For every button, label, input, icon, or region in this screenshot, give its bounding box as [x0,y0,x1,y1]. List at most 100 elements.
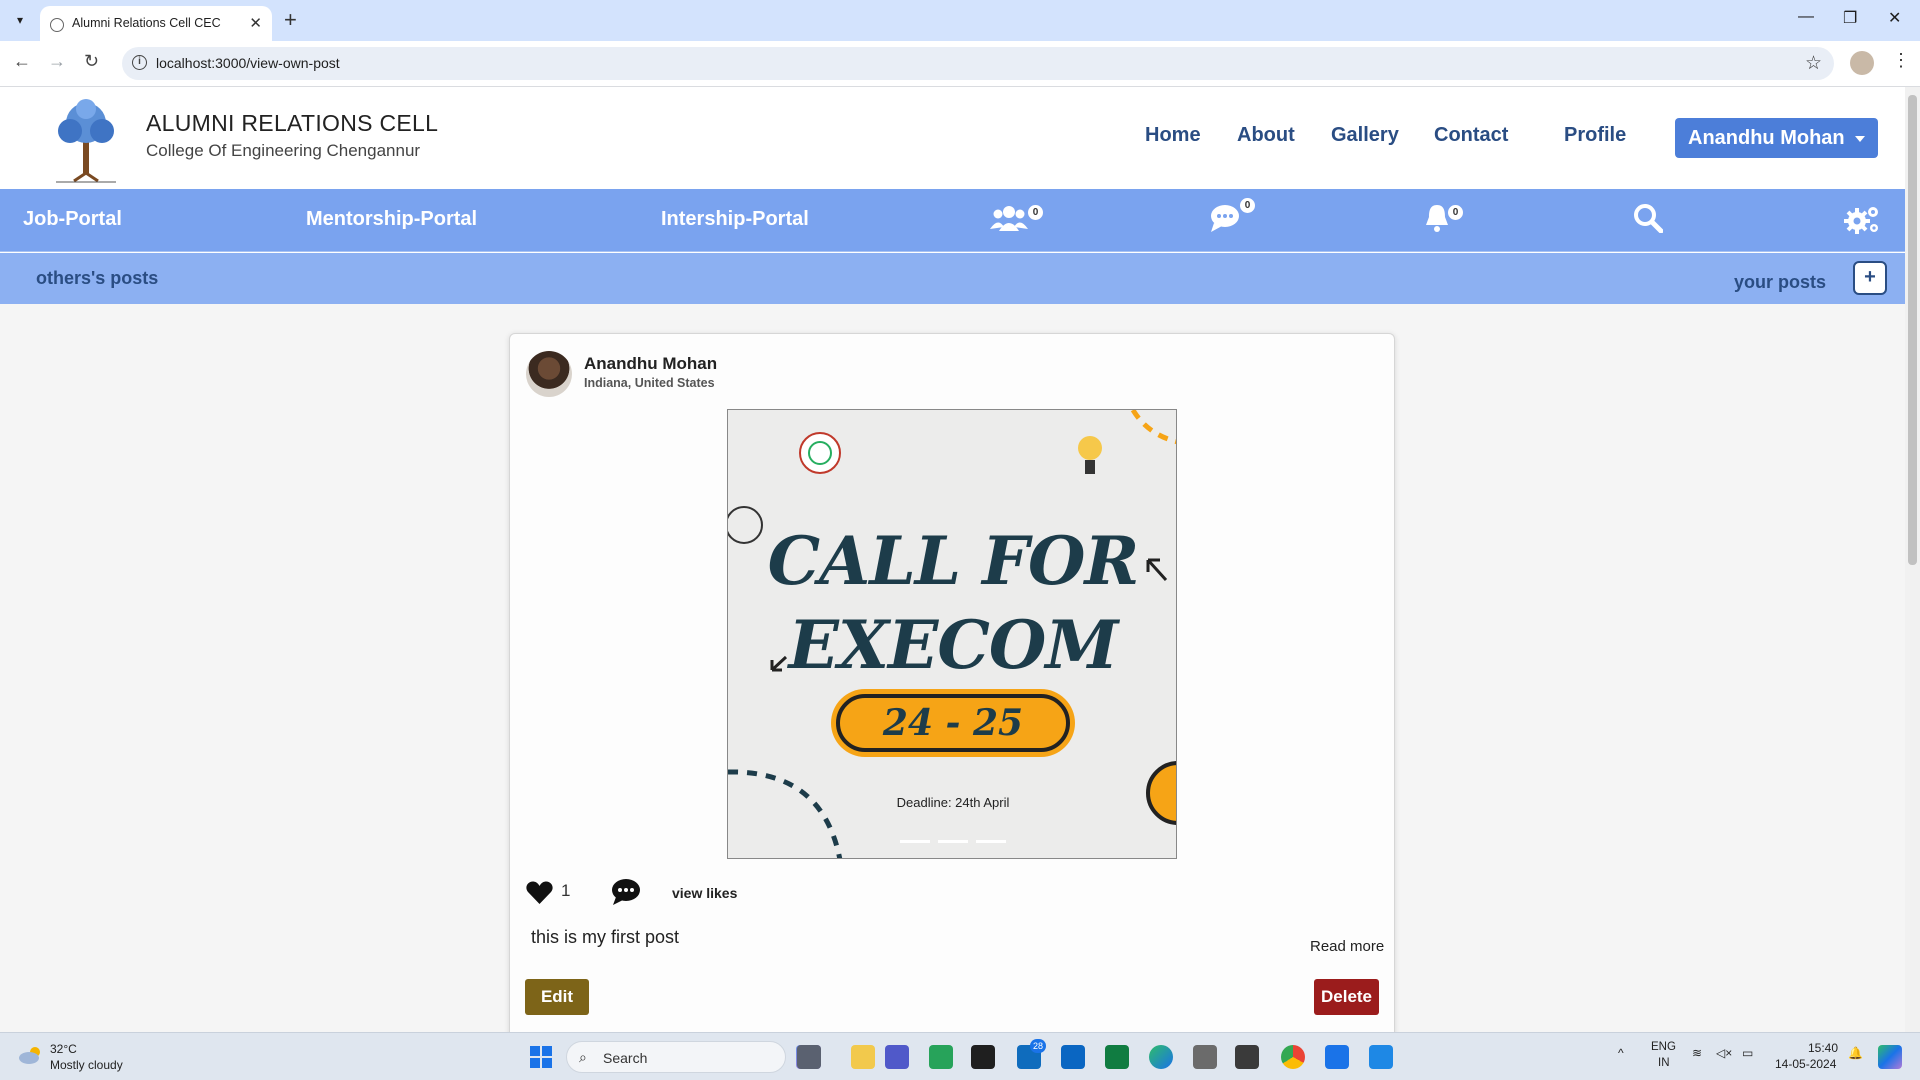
terminal-icon[interactable] [971,1045,995,1069]
url-field[interactable]: i localhost:3000/view-own-post ☆ [122,47,1834,80]
others-posts-link[interactable]: others's posts [36,268,158,289]
app2-icon[interactable] [1235,1045,1259,1069]
heart-icon[interactable] [526,881,553,910]
site-subtitle: College Of Engineering Chengannur [146,141,421,160]
back-icon[interactable]: ← [13,51,31,72]
weather-temp: 32°C [50,1042,77,1056]
read-more-link[interactable]: Read more [1310,938,1384,955]
nav-gallery[interactable]: Gallery [1331,124,1399,147]
post-image[interactable]: CALL FOR EXECOM 24 - 25 Deadline: 24th A… [727,409,1177,859]
url-text: localhost:3000/view-own-post [156,55,340,71]
wifi-icon[interactable]: ≋ [1692,1046,1702,1060]
volume-icon[interactable]: ◁× [1716,1046,1732,1060]
caret-down-icon [1854,135,1865,142]
comment-icon[interactable] [611,878,641,911]
bell-badge: 0 [1448,205,1463,220]
site-info-icon[interactable]: i [132,55,147,70]
browser-profile-avatar[interactable] [1850,51,1874,75]
add-post-button[interactable]: + [1853,261,1887,295]
user-dropdown-button[interactable]: Anandhu Mohan [1675,118,1878,158]
browser-tab-strip: ▾ Alumni Relations Cell CEC ✕ + — ❐ ✕ [0,0,1920,41]
browser-menu-icon[interactable]: ⋮ [1892,50,1910,71]
alumni-tree-logo [56,99,116,183]
tab-title: Alumni Relations Cell CEC [72,16,221,30]
bell-icon[interactable]: 0 [1424,203,1468,237]
nav-home[interactable]: Home [1145,124,1201,147]
mail-badge: 28 [1030,1039,1046,1053]
portal-bar: Job-Portal Mentorship-Portal Intership-P… [0,189,1905,252]
chat-badge: 0 [1240,198,1255,213]
cloudy-weather-icon[interactable] [18,1046,44,1064]
notepad-icon[interactable] [1325,1045,1349,1069]
store-icon[interactable] [1061,1045,1085,1069]
notification-bell-icon[interactable]: 🔔 [1848,1046,1863,1060]
post-author[interactable]: Anandhu Mohan [584,354,717,374]
chat-icon[interactable]: 0 [1210,198,1258,237]
browser-tab[interactable]: Alumni Relations Cell CEC ✕ [40,6,272,41]
internship-portal-link[interactable]: Intership-Portal [661,208,809,231]
restore-icon[interactable]: ❐ [1843,8,1857,28]
your-posts-link[interactable]: your posts [1734,272,1826,293]
language-label[interactable]: ENG [1651,1041,1676,1053]
new-tab-icon[interactable]: + [284,7,297,33]
users-badge: 0 [1028,205,1043,220]
clock-date[interactable]: 14-05-2024 [1775,1057,1836,1071]
taskbar-search-label: Search [603,1050,648,1066]
author-avatar[interactable] [526,351,572,397]
task-view-tile[interactable] [797,1045,821,1069]
site-title: ALUMNI RELATIONS CELL [146,110,439,136]
address-bar: ← → ↻ i localhost:3000/view-own-post ☆ ⋮ [0,41,1920,87]
search-icon[interactable] [1633,203,1664,235]
close-tab-icon[interactable]: ✕ [249,14,262,32]
copilot-tray-icon[interactable] [1878,1045,1902,1069]
main-content: Anandhu Mohan Indiana, United States CAL… [0,304,1905,1032]
file-explorer-icon[interactable] [851,1045,875,1069]
poster-line2: EXECOM [788,606,1119,684]
nav-contact[interactable]: Contact [1434,124,1508,147]
windows-start-icon[interactable] [530,1046,552,1068]
site-header: ALUMNI RELATIONS CELL College Of Enginee… [0,87,1905,189]
tray-overflow-icon[interactable]: ^ [1618,1046,1624,1060]
post-card: Anandhu Mohan Indiana, United States CAL… [509,333,1395,1032]
page-scrollbar[interactable] [1905,87,1920,1032]
tab-list-icon[interactable]: ▾ [10,10,30,30]
edge-icon[interactable] [1149,1045,1173,1069]
os-taskbar: 32°C Mostly cloudy ⌕ Search 28 ^ ENG IN … [0,1032,1920,1080]
bookmark-star-icon[interactable]: ☆ [1805,52,1822,75]
app-icon[interactable] [1193,1045,1217,1069]
minimize-icon[interactable]: — [1798,8,1814,26]
posts-subbar: others's posts your posts + [0,253,1905,304]
search-icon: ⌕ [579,1049,587,1065]
delete-button[interactable]: Delete [1314,979,1379,1015]
reload-icon[interactable]: ↻ [84,51,99,72]
like-count: 1 [561,881,571,900]
post-text: this is my first post [531,927,680,947]
poster-deadline: Deadline: 24th April [896,795,1010,810]
poster-years: 24 - 25 [836,694,1070,752]
mentorship-portal-link[interactable]: Mentorship-Portal [306,208,477,231]
globe-icon [50,18,64,32]
classroom-icon[interactable] [929,1045,953,1069]
edit-button[interactable]: Edit [525,979,589,1015]
forward-icon[interactable]: → [48,51,66,72]
teams-icon[interactable] [885,1045,909,1069]
clock-time[interactable]: 15:40 [1808,1041,1838,1055]
job-portal-link[interactable]: Job-Portal [23,208,122,231]
weather-condition: Mostly cloudy [50,1058,123,1072]
chrome-icon[interactable] [1281,1045,1305,1069]
users-icon[interactable]: 0 [990,203,1043,237]
nav-about[interactable]: About [1237,124,1295,147]
user-name: Anandhu Mohan [1688,127,1845,149]
poster-line1: CALL FOR [767,522,1140,600]
post-location: Indiana, United States [584,376,715,390]
excel-icon[interactable] [1105,1045,1129,1069]
nav-profile[interactable]: Profile [1564,124,1626,147]
scrollbar-thumb[interactable] [1908,95,1917,565]
region-label[interactable]: IN [1658,1057,1670,1069]
taskbar-search[interactable]: ⌕ Search [566,1041,786,1073]
vscode-icon[interactable] [1369,1045,1393,1069]
view-likes-link[interactable]: view likes [672,885,737,901]
battery-icon[interactable]: ▭ [1742,1046,1753,1060]
settings-icon[interactable] [1843,203,1883,237]
close-window-icon[interactable]: ✕ [1888,8,1901,28]
